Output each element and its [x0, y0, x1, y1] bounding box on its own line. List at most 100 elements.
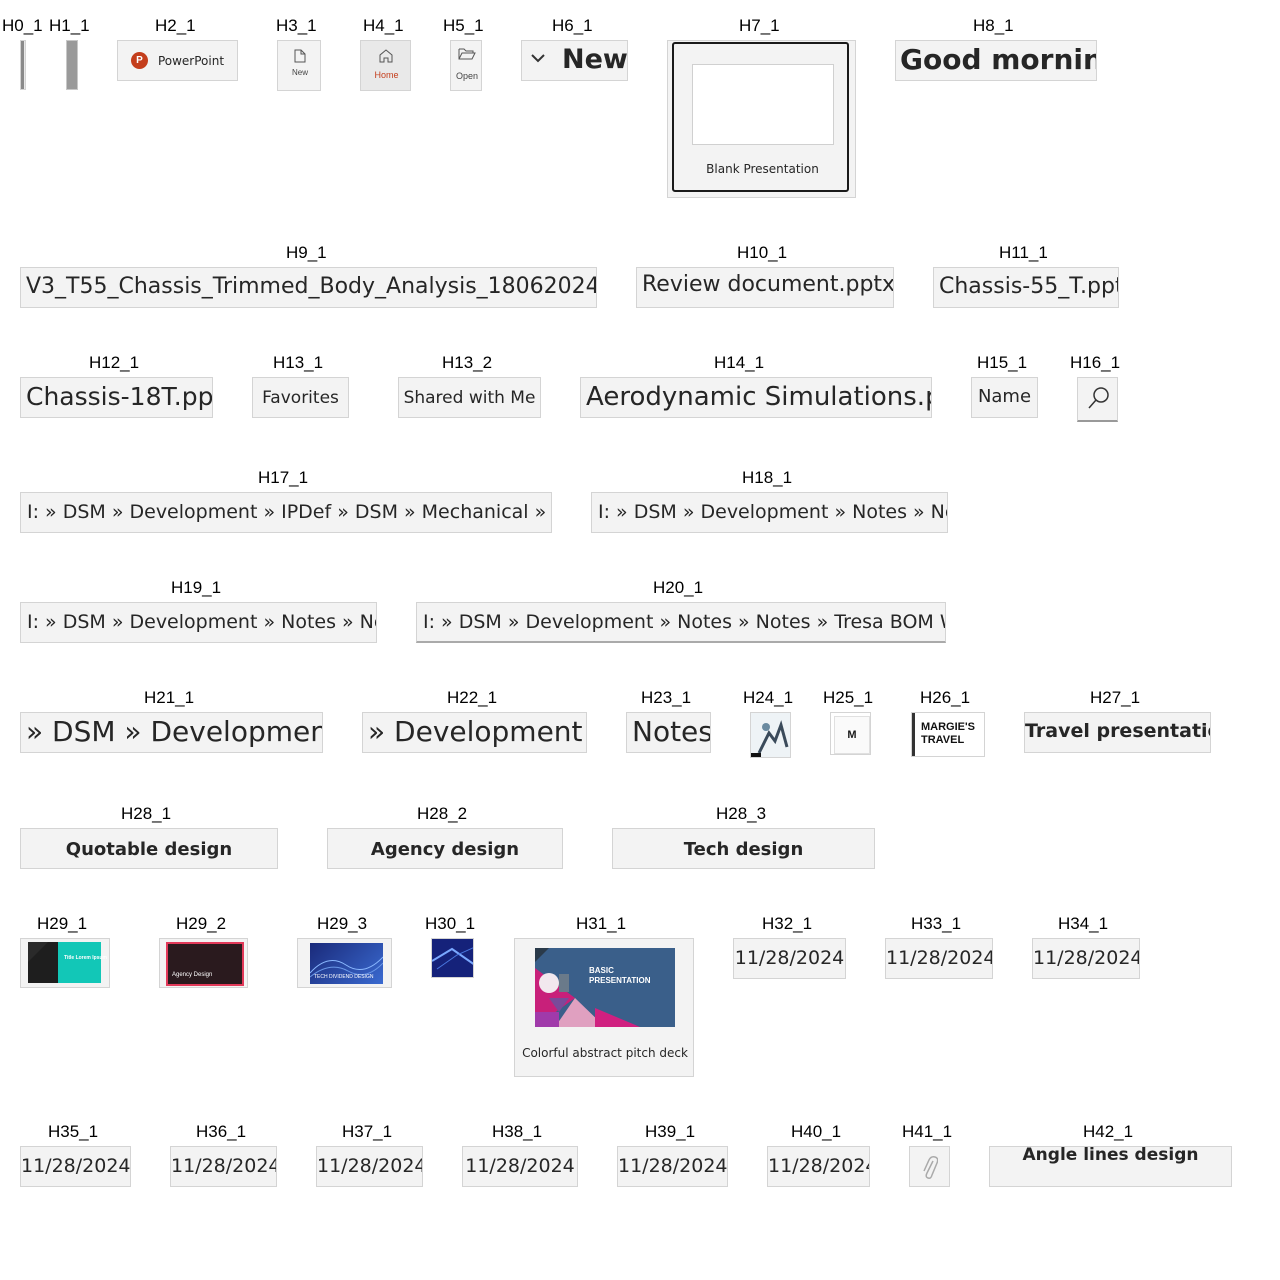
label-h27: H27_1 — [1090, 688, 1141, 707]
label-h5: H5_1 — [443, 16, 484, 35]
modified-date: 11/28/2024 — [617, 1146, 728, 1187]
file-path-breadcrumb: I: » DSM » Development » Notes » Notes »… — [416, 602, 946, 643]
label-h13a: H13_1 — [273, 353, 324, 372]
file-thumbnail[interactable]: M — [830, 712, 871, 755]
label-h0: H0_1 — [2, 16, 43, 35]
label-h28c: H28_3 — [716, 804, 767, 823]
nav-home-label: Home — [374, 70, 399, 80]
margies-line2: TRAVEL — [921, 734, 965, 746]
label-h34: H34_1 — [1058, 914, 1109, 933]
label-h25: H25_1 — [823, 688, 874, 707]
label-h32: H32_1 — [762, 914, 813, 933]
label-h18: H18_1 — [742, 468, 793, 487]
label-h39: H39_1 — [645, 1122, 696, 1141]
breadcrumb-segment[interactable]: Notes — [626, 712, 711, 753]
label-h20: H20_1 — [653, 578, 704, 597]
quotable-teal-block — [58, 942, 101, 983]
search-button[interactable] — [1077, 377, 1118, 422]
powerpoint-app-button[interactable]: P PowerPoint — [117, 40, 238, 81]
label-h1: H1_1 — [49, 16, 90, 35]
new-section-toggle[interactable]: New — [521, 40, 628, 81]
file-path-breadcrumb: I: » DSM » Development » IPDef » DSM » M… — [20, 492, 552, 533]
nav-open-button[interactable]: Open — [450, 40, 482, 91]
template-agency-design[interactable]: Agency design — [327, 828, 563, 869]
modified-date: 11/28/2024 — [733, 938, 846, 979]
template-quotable-design[interactable]: Quotable design — [20, 828, 278, 869]
abstract-lines-graphic — [432, 939, 473, 977]
nav-open-label: Open — [455, 71, 479, 81]
breadcrumb-segment[interactable]: » DSM » Development — [20, 712, 323, 753]
label-h19: H19_1 — [171, 578, 222, 597]
attachment-button[interactable] — [909, 1146, 950, 1187]
thumbnail-edge — [912, 713, 915, 756]
recent-file-link[interactable]: Chassis-55_T.pptx — [933, 267, 1119, 308]
recent-file-link[interactable]: Aerodynamic Simulations.pptx — [580, 377, 932, 418]
app-name: PowerPoint — [157, 53, 225, 68]
recent-file-link[interactable]: Chassis-18T.pptx — [20, 377, 213, 418]
label-h10: H10_1 — [737, 243, 788, 262]
blank-presentation-card[interactable]: Blank Presentation — [667, 40, 856, 198]
scrollbar-track[interactable] — [20, 40, 26, 90]
agency-title: Agency Design — [172, 972, 213, 978]
travel-template-thumbnail[interactable]: MARGIE'S TRAVEL — [911, 712, 985, 757]
label-h13b: H13_2 — [442, 353, 493, 372]
agency-template-thumbnail[interactable]: Agency Design — [159, 938, 248, 988]
modified-date: 11/28/2024 — [767, 1146, 870, 1187]
paperclip-icon — [922, 1155, 938, 1181]
label-h30: H30_1 — [425, 914, 476, 933]
recent-file-link[interactable]: V3_T55_Chassis_Trimmed_Body_Analysis_180… — [20, 267, 597, 308]
breadcrumb-segment[interactable]: » Development — [362, 712, 587, 753]
label-h31: H31_1 — [576, 914, 627, 933]
colorful-pitch-deck-label: Colorful abstract pitch deck — [522, 1046, 688, 1060]
margies-title: MARGIE'S TRAVEL — [921, 721, 975, 747]
label-h7: H7_1 — [739, 16, 780, 35]
nav-new-button[interactable]: New — [277, 40, 321, 91]
m-thumbnail-letter: M — [834, 716, 870, 754]
margies-line1: MARGIE'S — [921, 721, 975, 733]
new-document-icon — [294, 49, 306, 63]
colorful-slide-thumbnail: BASIC PRESENTATION — [535, 948, 675, 1027]
tech-template-thumbnail[interactable]: TECH DIVIDEND DESIGN — [297, 938, 392, 988]
folder-open-icon — [458, 47, 476, 61]
template-tech-design[interactable]: Tech design — [612, 828, 875, 869]
file-thumbnail[interactable] — [750, 712, 791, 758]
label-h9: H9_1 — [286, 243, 327, 262]
label-h15: H15_1 — [977, 353, 1028, 372]
blank-slide-thumbnail — [692, 64, 834, 145]
nav-home-button[interactable]: Home — [360, 40, 411, 91]
quotable-template-thumbnail[interactable]: Title Lorem Ipsum — [20, 938, 110, 988]
label-h24: H24_1 — [743, 688, 794, 707]
label-h26: H26_1 — [920, 688, 971, 707]
tab-shared-with-me[interactable]: Shared with Me — [398, 377, 541, 418]
label-h12: H12_1 — [89, 353, 140, 372]
template-travel-presentation[interactable]: Travel presentation — [1024, 712, 1211, 753]
search-icon — [1088, 386, 1110, 410]
nav-new-label: New — [291, 68, 308, 77]
label-h35: H35_1 — [48, 1122, 99, 1141]
label-h38: H38_1 — [492, 1122, 543, 1141]
label-h33: H33_1 — [911, 914, 962, 933]
label-h11: H11_1 — [999, 243, 1048, 262]
colorful-title-line1: BASIC — [589, 966, 614, 975]
label-h2: H2_1 — [155, 16, 196, 35]
name-column-header[interactable]: Name — [971, 377, 1038, 418]
scrollbar-thumb[interactable] — [21, 41, 24, 89]
colorful-slide-title: BASIC PRESENTATION — [589, 966, 650, 986]
greeting-heading: Good morning — [895, 40, 1097, 81]
modified-date: 11/28/2024 — [885, 938, 993, 979]
file-path-breadcrumb: I: » DSM » Development » Notes » Notes — [591, 492, 948, 533]
abstract-template-thumbnail[interactable] — [431, 938, 474, 978]
modified-date: 11/28/2024 — [170, 1146, 277, 1187]
tab-favorites[interactable]: Favorites — [252, 377, 349, 418]
label-h17: H17_1 — [258, 468, 309, 487]
template-angle-lines-design[interactable]: Angle lines design — [989, 1146, 1232, 1187]
label-h40: H40_1 — [791, 1122, 842, 1141]
chevron-down-icon — [531, 54, 545, 63]
label-h8: H8_1 — [973, 16, 1014, 35]
label-h4: H4_1 — [363, 16, 404, 35]
new-section-title: New — [562, 44, 628, 75]
recent-file-link[interactable]: Review document.pptx — [636, 267, 894, 308]
resize-handle[interactable] — [66, 40, 78, 90]
label-h42: H42_1 — [1083, 1122, 1134, 1141]
colorful-pitch-deck-card[interactable]: BASIC PRESENTATION Colorful abstract pit… — [514, 938, 694, 1077]
